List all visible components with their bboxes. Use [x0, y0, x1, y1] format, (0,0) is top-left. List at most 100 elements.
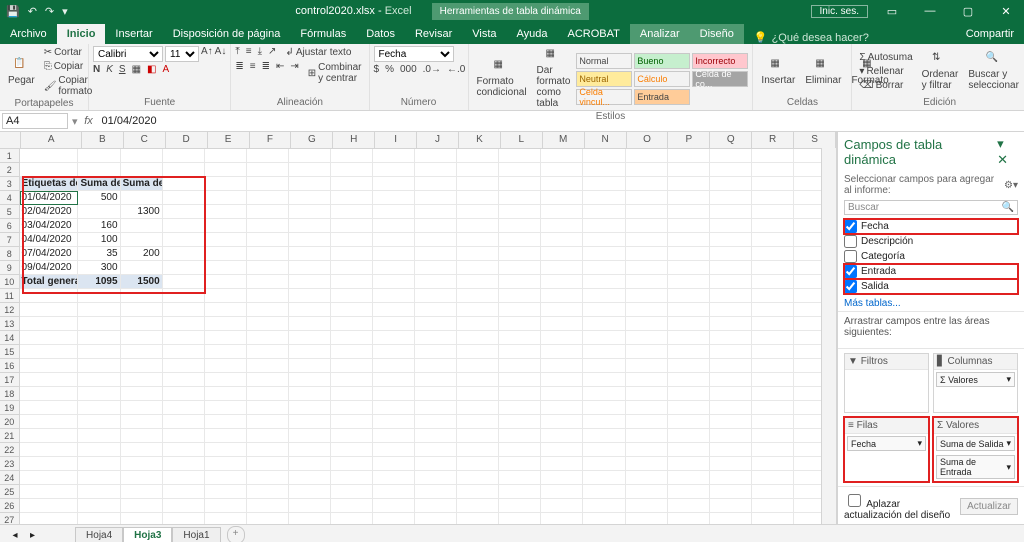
cell[interactable]	[668, 289, 710, 303]
cell[interactable]	[626, 177, 668, 191]
cell[interactable]	[457, 275, 499, 289]
cell[interactable]	[710, 429, 752, 443]
cell[interactable]	[247, 205, 289, 219]
cell[interactable]	[415, 303, 457, 317]
cell[interactable]	[583, 443, 625, 457]
cell[interactable]	[626, 289, 668, 303]
cell[interactable]: 01/04/2020	[20, 191, 79, 205]
pane-gear-icon[interactable]: ⚙▾	[1004, 180, 1018, 191]
cell[interactable]	[20, 359, 79, 373]
cell[interactable]	[289, 177, 331, 191]
cell[interactable]	[710, 219, 752, 233]
cell[interactable]	[163, 499, 205, 513]
cell[interactable]	[121, 359, 163, 373]
cell[interactable]	[541, 149, 583, 163]
cell[interactable]	[415, 233, 457, 247]
cell[interactable]	[247, 247, 289, 261]
cell[interactable]	[583, 191, 625, 205]
cell[interactable]	[289, 219, 331, 233]
cell[interactable]	[289, 261, 331, 275]
column-pill-values[interactable]: Σ Valores▾	[936, 372, 1015, 387]
cell[interactable]: 160	[78, 219, 120, 233]
cell[interactable]	[710, 401, 752, 415]
tab-home[interactable]: Inicio	[57, 24, 106, 44]
cell[interactable]	[626, 457, 668, 471]
cell[interactable]	[247, 345, 289, 359]
align-bottom-icon[interactable]: ⤓	[258, 46, 262, 59]
cell[interactable]	[331, 415, 373, 429]
underline-icon[interactable]: S	[119, 64, 126, 75]
cell[interactable]	[541, 275, 583, 289]
tab-insert[interactable]: Insertar	[105, 24, 162, 44]
field-item[interactable]: Categoría	[844, 249, 1018, 264]
row-header[interactable]: 13	[0, 317, 20, 331]
format-as-table-button[interactable]: ▦Dar formato como tabla	[533, 46, 575, 111]
cell[interactable]	[289, 457, 331, 471]
cell[interactable]	[78, 163, 120, 177]
cell[interactable]	[78, 317, 120, 331]
redo-icon[interactable]: ↷	[45, 5, 54, 18]
cell[interactable]	[415, 471, 457, 485]
column-header[interactable]: F	[250, 132, 292, 148]
font-color-icon[interactable]: A	[162, 64, 169, 75]
cell[interactable]	[163, 387, 205, 401]
increase-font-icon[interactable]: A↑	[201, 46, 213, 62]
cell[interactable]	[373, 149, 415, 163]
cell[interactable]	[20, 387, 79, 401]
cell[interactable]	[541, 443, 583, 457]
cell[interactable]	[710, 233, 752, 247]
cell[interactable]	[331, 429, 373, 443]
cell[interactable]	[331, 471, 373, 485]
orientation-icon[interactable]: ↗	[268, 46, 276, 59]
cell[interactable]	[247, 443, 289, 457]
cell[interactable]	[415, 149, 457, 163]
cell[interactable]	[499, 401, 541, 415]
cell[interactable]	[415, 373, 457, 387]
cell[interactable]	[205, 485, 247, 499]
sheet-tab-hoja3[interactable]: Hoja3	[123, 527, 172, 542]
tab-formulas[interactable]: Fórmulas	[290, 24, 356, 44]
cell[interactable]	[78, 471, 120, 485]
cell[interactable]	[626, 191, 668, 205]
cell[interactable]	[499, 499, 541, 513]
area-filters[interactable]: ▼ Filtros	[844, 353, 929, 413]
cell[interactable]: 200	[121, 247, 163, 261]
cell[interactable]	[499, 331, 541, 345]
cell[interactable]	[373, 331, 415, 345]
cell[interactable]	[205, 149, 247, 163]
cell[interactable]	[752, 247, 794, 261]
cell[interactable]	[20, 303, 79, 317]
cell[interactable]	[668, 149, 710, 163]
cell[interactable]	[583, 261, 625, 275]
cell[interactable]	[668, 163, 710, 177]
cell[interactable]	[205, 205, 247, 219]
cell[interactable]	[626, 443, 668, 457]
cell[interactable]	[78, 401, 120, 415]
cell[interactable]	[752, 303, 794, 317]
row-header[interactable]: 17	[0, 373, 20, 387]
sheet-nav-next-icon[interactable]: ▸	[30, 530, 35, 541]
cell[interactable]	[205, 219, 247, 233]
percent-icon[interactable]: %	[385, 64, 394, 75]
cell[interactable]	[163, 177, 205, 191]
cell[interactable]	[457, 513, 499, 524]
cell[interactable]	[163, 233, 205, 247]
cell[interactable]	[583, 247, 625, 261]
cell[interactable]	[205, 373, 247, 387]
cell[interactable]	[247, 373, 289, 387]
cell[interactable]	[247, 191, 289, 205]
fx-icon[interactable]: fx	[80, 115, 98, 127]
cell[interactable]	[457, 205, 499, 219]
cell[interactable]	[541, 401, 583, 415]
merge-center-button[interactable]: ⊞ Combinar y centrar	[305, 61, 365, 85]
cell[interactable]	[331, 499, 373, 513]
field-item[interactable]: Fecha	[844, 219, 1018, 234]
cell[interactable]	[752, 429, 794, 443]
cell[interactable]	[752, 401, 794, 415]
cell[interactable]	[205, 345, 247, 359]
cell[interactable]	[373, 163, 415, 177]
tab-analyze[interactable]: Analizar	[630, 24, 690, 44]
share-button[interactable]: Compartir	[956, 24, 1024, 44]
cell[interactable]	[752, 513, 794, 524]
cell[interactable]	[415, 191, 457, 205]
